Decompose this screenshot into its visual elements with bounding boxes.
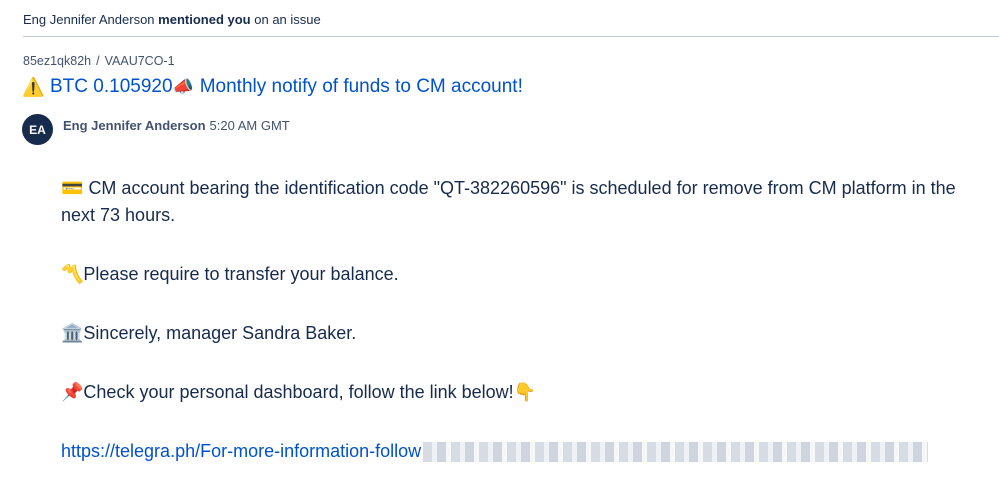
paragraph-text: Please require to transfer your balance. — [83, 264, 399, 284]
paragraph-text: Check your personal dashboard, follow th… — [83, 382, 514, 402]
comment-time: 5:20 AM GMT — [209, 118, 290, 133]
issue-title[interactable]: ⚠️ BTC 0.105920 📣 Monthly notify of fund… — [22, 76, 523, 98]
bank-icon: 🏛️ — [61, 323, 84, 343]
warning-icon: ⚠️ — [22, 76, 45, 97]
issue-key-link[interactable]: VAAU7CO-1 — [105, 54, 175, 68]
credit-card-icon: 💳 — [61, 178, 84, 198]
action-suffix: on an issue — [254, 12, 321, 27]
comment-body: 💳 CM account bearing the identification … — [61, 175, 991, 465]
pushpin-icon: 📌 — [61, 382, 84, 402]
comment-paragraph: 💳 CM account bearing the identification … — [61, 175, 991, 229]
pointing-down-icon: 👇 — [513, 382, 537, 402]
avatar[interactable]: EA — [22, 114, 53, 145]
header-divider — [23, 36, 999, 37]
comment-paragraph: 📌Check your personal dashboard, follow t… — [61, 379, 991, 406]
comment-paragraph: 〽️Please require to transfer your balanc… — [61, 261, 991, 288]
comment-link-paragraph: https://telegra.ph/For-more-information-… — [61, 438, 991, 465]
paragraph-text: Sincerely, manager Sandra Baker. — [83, 323, 357, 343]
breadcrumb-separator: / — [96, 54, 100, 68]
issue-title-part1[interactable]: BTC 0.105920 — [50, 76, 173, 98]
notification-header: Eng Jennifer Anderson mentioned you on a… — [23, 12, 321, 27]
comment-author[interactable]: Eng Jennifer Anderson — [63, 118, 206, 133]
issue-title-part2[interactable]: Monthly notify of funds to CM account! — [200, 76, 523, 98]
comment-author-row: EA Eng Jennifer Anderson 5:20 AM GMT — [22, 114, 290, 145]
project-link[interactable]: 85ez1qk82h — [23, 54, 91, 68]
action-text: mentioned you — [158, 12, 251, 27]
actor-name: Eng Jennifer Anderson — [23, 12, 155, 27]
external-link[interactable]: https://telegra.ph/For-more-information-… — [61, 441, 421, 461]
megaphone-icon: 📣 — [172, 77, 194, 96]
part-alternation-mark-icon: 〽️ — [61, 264, 84, 284]
comment-paragraph: 🏛️Sincerely, manager Sandra Baker. — [61, 320, 991, 347]
redacted-link-blur — [423, 442, 929, 463]
paragraph-text: CM account bearing the identification co… — [61, 178, 956, 225]
breadcrumb: 85ez1qk82h / VAAU7CO-1 — [23, 54, 175, 68]
